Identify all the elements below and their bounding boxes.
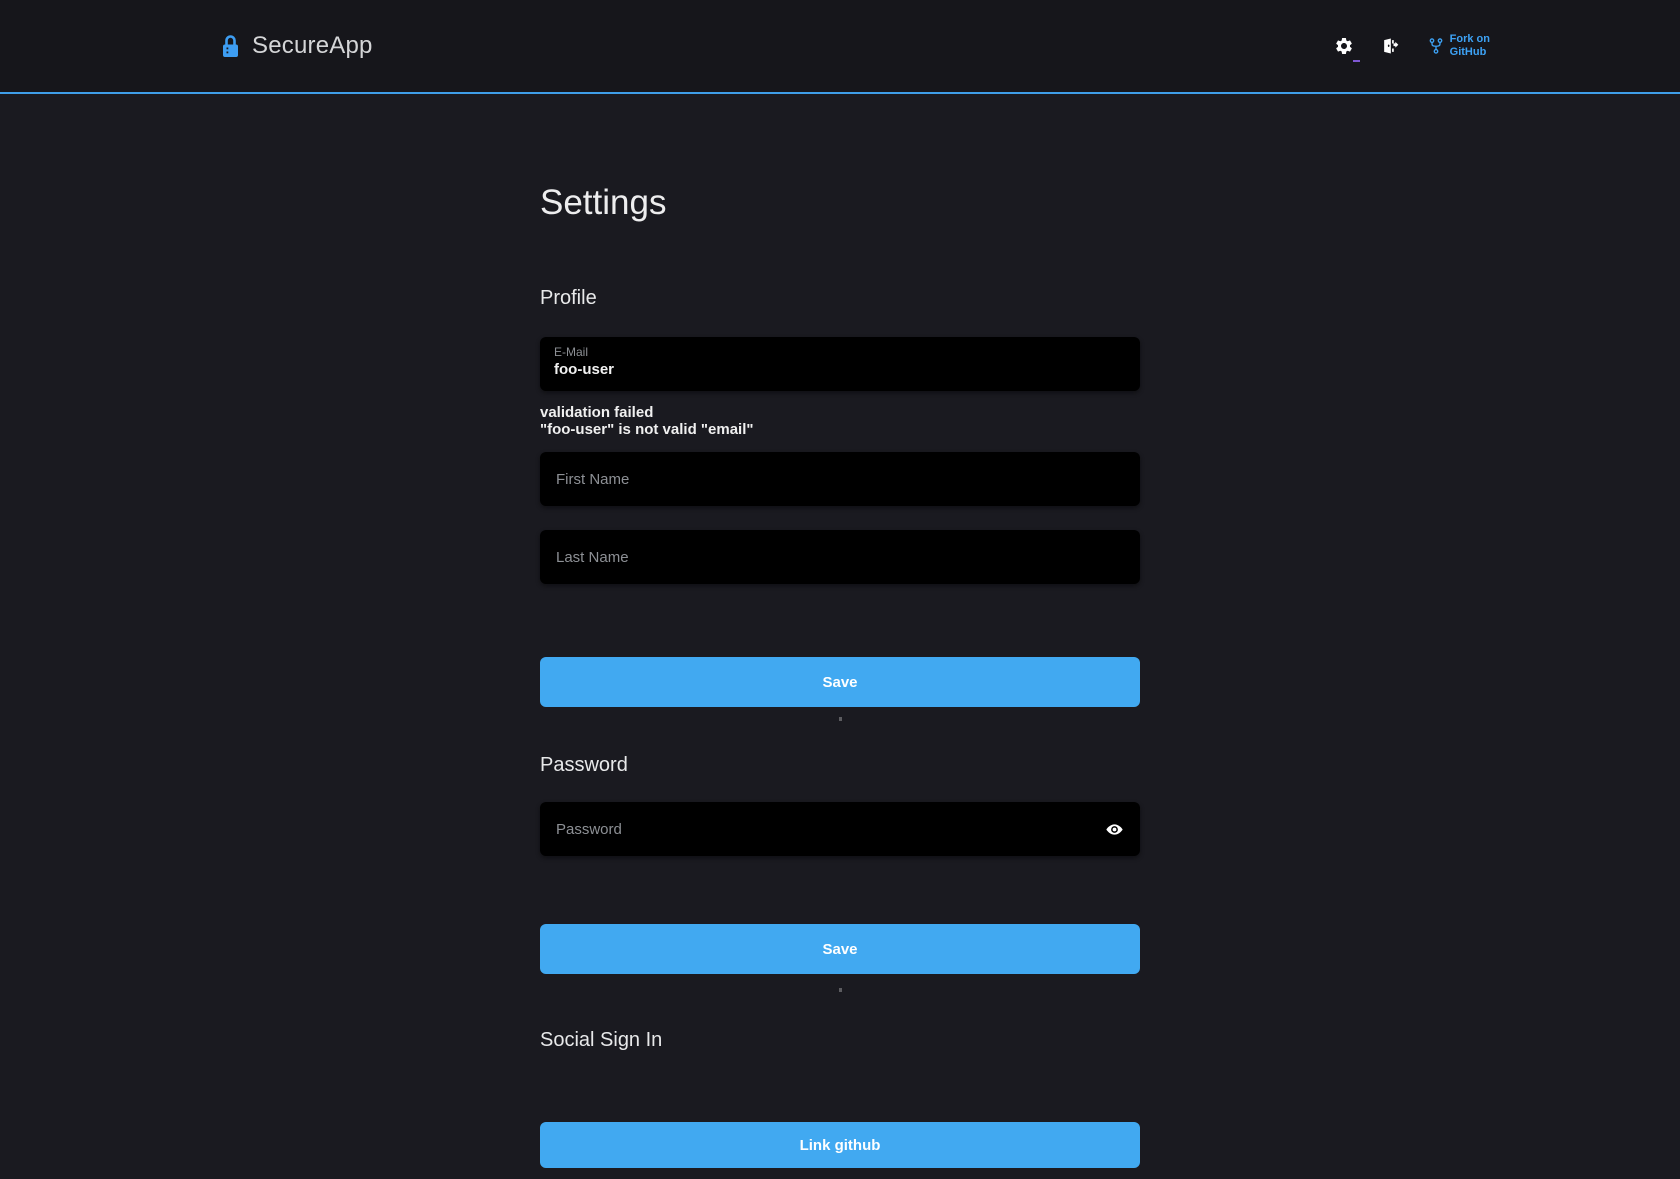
lock-icon [222, 35, 239, 58]
app-title: SecureApp [252, 32, 373, 60]
email-validation-error: validation failed "foo-user" is not vali… [540, 404, 1140, 438]
password-field[interactable] [540, 802, 1140, 856]
validation-error-line1: validation failed [540, 404, 1140, 421]
settings-page: Settings Profile E-Mail validation faile… [540, 182, 1140, 1168]
logout-icon [1380, 36, 1400, 56]
loading-dot [839, 988, 842, 992]
header-actions: Fork on GitHub [1330, 32, 1490, 60]
password-heading: Password [540, 753, 1140, 777]
first-name-input[interactable] [554, 470, 1126, 489]
last-name-input[interactable] [554, 548, 1126, 567]
save-password-button[interactable]: Save [540, 924, 1140, 974]
logout-button[interactable] [1376, 32, 1404, 60]
brand: SecureApp [222, 32, 373, 60]
gear-icon [1334, 36, 1354, 56]
validation-error-line2: "foo-user" is not valid "email" [540, 421, 1140, 438]
fork-link-text: Fork on GitHub [1450, 33, 1490, 59]
password-input[interactable] [554, 820, 1103, 839]
purple-underscore [1353, 60, 1360, 62]
git-fork-icon [1428, 36, 1444, 56]
loading-dot [839, 717, 842, 721]
fork-on-github-link[interactable]: Fork on GitHub [1428, 33, 1490, 59]
save-profile-button[interactable]: Save [540, 657, 1140, 707]
last-name-field[interactable] [540, 530, 1140, 584]
profile-heading: Profile [540, 286, 1140, 310]
page-title: Settings [540, 182, 1140, 224]
email-input[interactable] [554, 359, 1126, 378]
app-header: SecureApp [0, 0, 1680, 94]
first-name-field[interactable] [540, 452, 1140, 506]
email-field[interactable]: E-Mail [540, 337, 1140, 391]
toggle-password-visibility-button[interactable] [1103, 818, 1126, 841]
settings-button[interactable] [1330, 32, 1358, 60]
email-field-label: E-Mail [554, 345, 1126, 359]
link-github-button[interactable]: Link github [540, 1122, 1140, 1168]
eye-icon [1105, 820, 1124, 839]
social-sign-in-heading: Social Sign In [540, 1028, 1140, 1052]
